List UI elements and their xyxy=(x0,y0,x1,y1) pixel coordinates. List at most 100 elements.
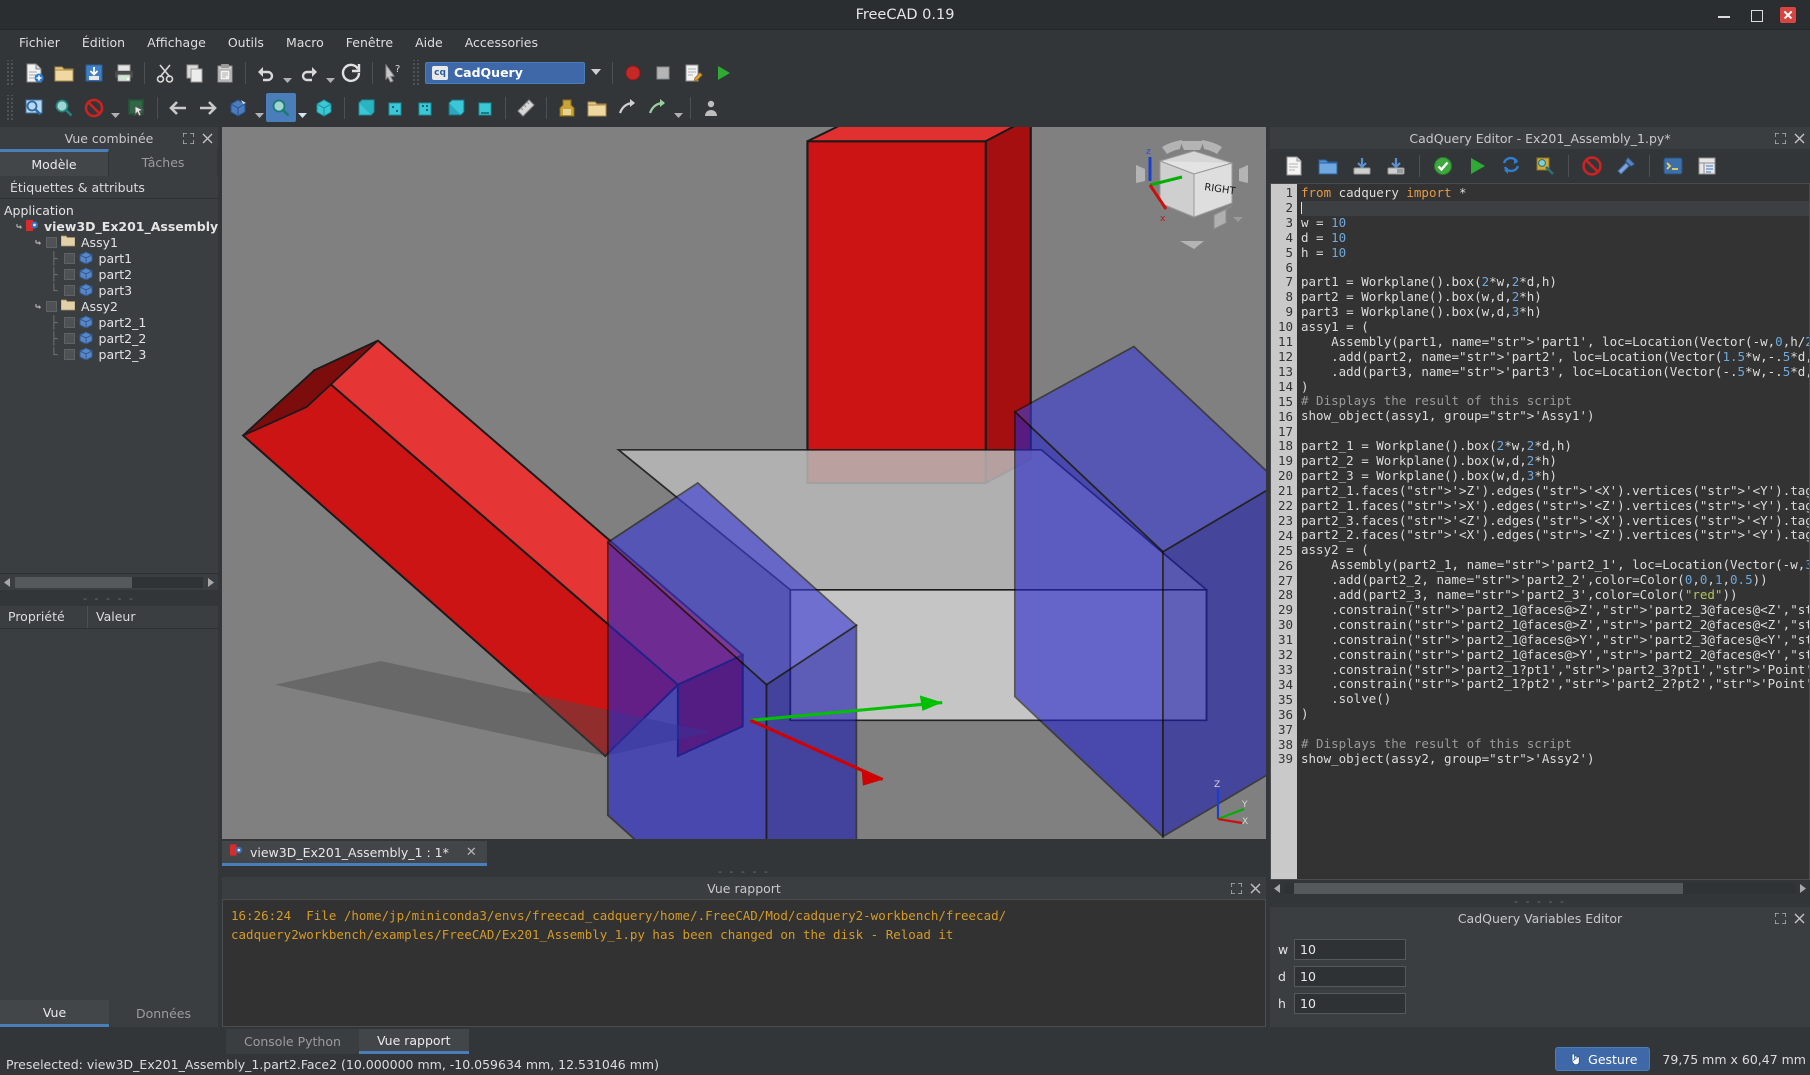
validate-icon[interactable] xyxy=(1427,151,1459,181)
code-line[interactable]: from cadquery import * xyxy=(1301,185,1809,201)
tab-taches[interactable]: Tâches xyxy=(109,149,218,176)
scroll-left-icon[interactable] xyxy=(0,575,14,590)
menu-item-macro[interactable]: Macro xyxy=(275,32,335,53)
macro-record-icon[interactable] xyxy=(618,58,648,87)
workbench-selector[interactable]: cq CadQuery xyxy=(425,61,585,84)
float-panel-icon[interactable] xyxy=(183,132,194,144)
navigation-cube[interactable]: RIGHT z x xyxy=(1132,137,1252,249)
code-line[interactable]: h = 10 xyxy=(1301,245,1809,261)
visibility-checkbox[interactable] xyxy=(46,236,57,248)
previous-view-icon[interactable] xyxy=(163,93,193,122)
code-line[interactable]: # Displays the result of this script xyxy=(1301,394,1809,409)
tree-item-document[interactable]: view3D_Ex201_Assembly_1 xyxy=(0,218,218,234)
menu-item-outils[interactable]: Outils xyxy=(217,32,275,53)
undo-icon[interactable] xyxy=(251,58,281,87)
paste-icon[interactable] xyxy=(210,58,240,87)
axonometric-view-icon[interactable] xyxy=(223,93,253,122)
scroll-track[interactable] xyxy=(15,576,203,588)
property-list[interactable] xyxy=(0,629,218,1000)
workbench-dropdown-icon[interactable] xyxy=(585,62,607,84)
code-line[interactable]: ) xyxy=(1301,379,1809,395)
person-icon[interactable] xyxy=(696,93,726,122)
scroll-right-icon[interactable] xyxy=(204,575,218,590)
top-view-icon[interactable] xyxy=(380,93,410,122)
code-line[interactable] xyxy=(1301,200,1809,216)
document-tab[interactable]: view3D_Ex201_Assembly_1 : 1* ✕ xyxy=(222,841,487,866)
minimize-button[interactable] xyxy=(1716,7,1732,23)
report-text-area[interactable]: 16:26:24 File /home/jp/miniconda3/envs/f… xyxy=(222,899,1266,1027)
scroll-track[interactable] xyxy=(1284,882,1796,894)
code-line[interactable]: .constrain("str">'part2_1@faces@>Z',"str… xyxy=(1301,602,1809,618)
code-line[interactable]: assy1 = ( xyxy=(1301,319,1809,335)
isometric-view-icon[interactable] xyxy=(309,93,339,122)
code-line[interactable]: part2_3.faces("str">'<Z').edges("str">'<… xyxy=(1301,513,1809,529)
close-panel-icon[interactable] xyxy=(1794,913,1805,924)
link-actions-icon[interactable] xyxy=(642,93,672,122)
debug-icon[interactable] xyxy=(1529,151,1561,181)
folder-group-icon[interactable] xyxy=(582,93,612,122)
refresh-icon[interactable] xyxy=(337,58,367,87)
execute-icon[interactable] xyxy=(1461,151,1493,181)
code-line[interactable]: assy2 = ( xyxy=(1301,542,1809,558)
tree-group-assy1[interactable]: Assy1 xyxy=(0,234,218,250)
code-horizontal-scrollbar[interactable] xyxy=(1270,880,1810,896)
code-line[interactable]: .add(part3, name="str">'part3', loc=Loca… xyxy=(1301,364,1809,380)
whats-this-icon[interactable]: ? xyxy=(378,58,408,87)
redo-dropdown-icon[interactable] xyxy=(324,58,337,87)
menu-item-edition[interactable]: Édition xyxy=(71,32,136,53)
report-splitter[interactable]: - - - - - xyxy=(222,865,1266,878)
scroll-thumb[interactable] xyxy=(15,576,132,588)
tab-donnees[interactable]: Données xyxy=(109,1000,218,1027)
variable-value-w[interactable] xyxy=(1294,939,1406,960)
close-panel-icon[interactable] xyxy=(1250,883,1261,894)
open-folder-icon[interactable] xyxy=(49,58,79,87)
tree-root[interactable]: Application xyxy=(0,202,218,218)
redo-icon[interactable] xyxy=(294,58,324,87)
code-line[interactable]: ) xyxy=(1301,706,1809,722)
close-panel-icon[interactable] xyxy=(202,133,213,144)
code-line[interactable]: Assembly(part1, name="str">'part1', loc=… xyxy=(1301,334,1809,350)
toolbar-grip[interactable] xyxy=(412,59,421,86)
visibility-checkbox[interactable] xyxy=(63,284,75,296)
tree-item-part3[interactable]: └ part3 xyxy=(0,282,218,298)
menu-item-fenetre[interactable]: Fenêtre xyxy=(335,32,404,53)
tree-item-part2-2[interactable]: ├ part2_2 xyxy=(0,330,218,346)
fit-selection-icon[interactable] xyxy=(49,93,79,122)
new-document-icon[interactable] xyxy=(19,58,49,87)
code-line[interactable]: part1 = Workplane().box(2*w,2*d,h) xyxy=(1301,274,1809,290)
code-line[interactable]: .constrain("str">'part2_1?pt2',"str">'pa… xyxy=(1301,676,1809,692)
code-line[interactable]: part2_1.faces("str">'>X').edges("str">'<… xyxy=(1301,498,1809,514)
copy-icon[interactable] xyxy=(180,58,210,87)
code-line[interactable]: part2_3 = Workplane().box(w,d,3*h) xyxy=(1301,468,1809,484)
visibility-checkbox[interactable] xyxy=(63,268,75,280)
visibility-checkbox[interactable] xyxy=(46,300,57,312)
link-icon[interactable] xyxy=(612,93,642,122)
code-line[interactable]: .add(part2, name="str">'part2', loc=Loca… xyxy=(1301,349,1809,365)
code-line[interactable]: .add(part2_3, name="str">'part2_3',color… xyxy=(1301,587,1809,603)
code-line[interactable] xyxy=(1301,722,1809,737)
tree-item-part2[interactable]: ├ part2 xyxy=(0,266,218,282)
code-line[interactable]: w = 10 xyxy=(1301,215,1809,231)
code-line[interactable]: .constrain("str">'part2_1@faces@>Y',"str… xyxy=(1301,647,1809,663)
code-line[interactable]: part3 = Workplane().box(w,d,3*h) xyxy=(1301,304,1809,320)
tree-group-assy2[interactable]: Assy2 xyxy=(0,298,218,314)
save-icon[interactable] xyxy=(79,58,109,87)
maximize-button[interactable] xyxy=(1748,7,1764,23)
code-line[interactable]: part2_1.faces("str">'>Z').edges("str">'<… xyxy=(1301,483,1809,499)
macro-edit-icon[interactable] xyxy=(678,58,708,87)
code-line[interactable]: part2_2.faces("str">'<X').edges("str">'<… xyxy=(1301,528,1809,543)
expand-arrow-icon[interactable] xyxy=(32,298,46,314)
zoom-tool-icon[interactable] xyxy=(266,93,296,122)
variable-value-h[interactable] xyxy=(1294,993,1406,1014)
scroll-thumb[interactable] xyxy=(1294,882,1684,894)
panel-splitter[interactable]: - - - - - xyxy=(0,590,218,606)
expand-arrow-icon[interactable] xyxy=(32,234,46,250)
close-button[interactable] xyxy=(1780,7,1796,23)
zoom-dropdown-icon[interactable] xyxy=(296,93,309,122)
right-view-icon[interactable] xyxy=(410,93,440,122)
toolbar-grip[interactable] xyxy=(6,94,15,121)
expand-arrow-icon[interactable] xyxy=(16,218,25,234)
print-icon[interactable] xyxy=(109,58,139,87)
macro-execute-icon[interactable] xyxy=(708,58,738,87)
tab-vue-rapport[interactable]: Vue rapport xyxy=(358,1029,469,1054)
